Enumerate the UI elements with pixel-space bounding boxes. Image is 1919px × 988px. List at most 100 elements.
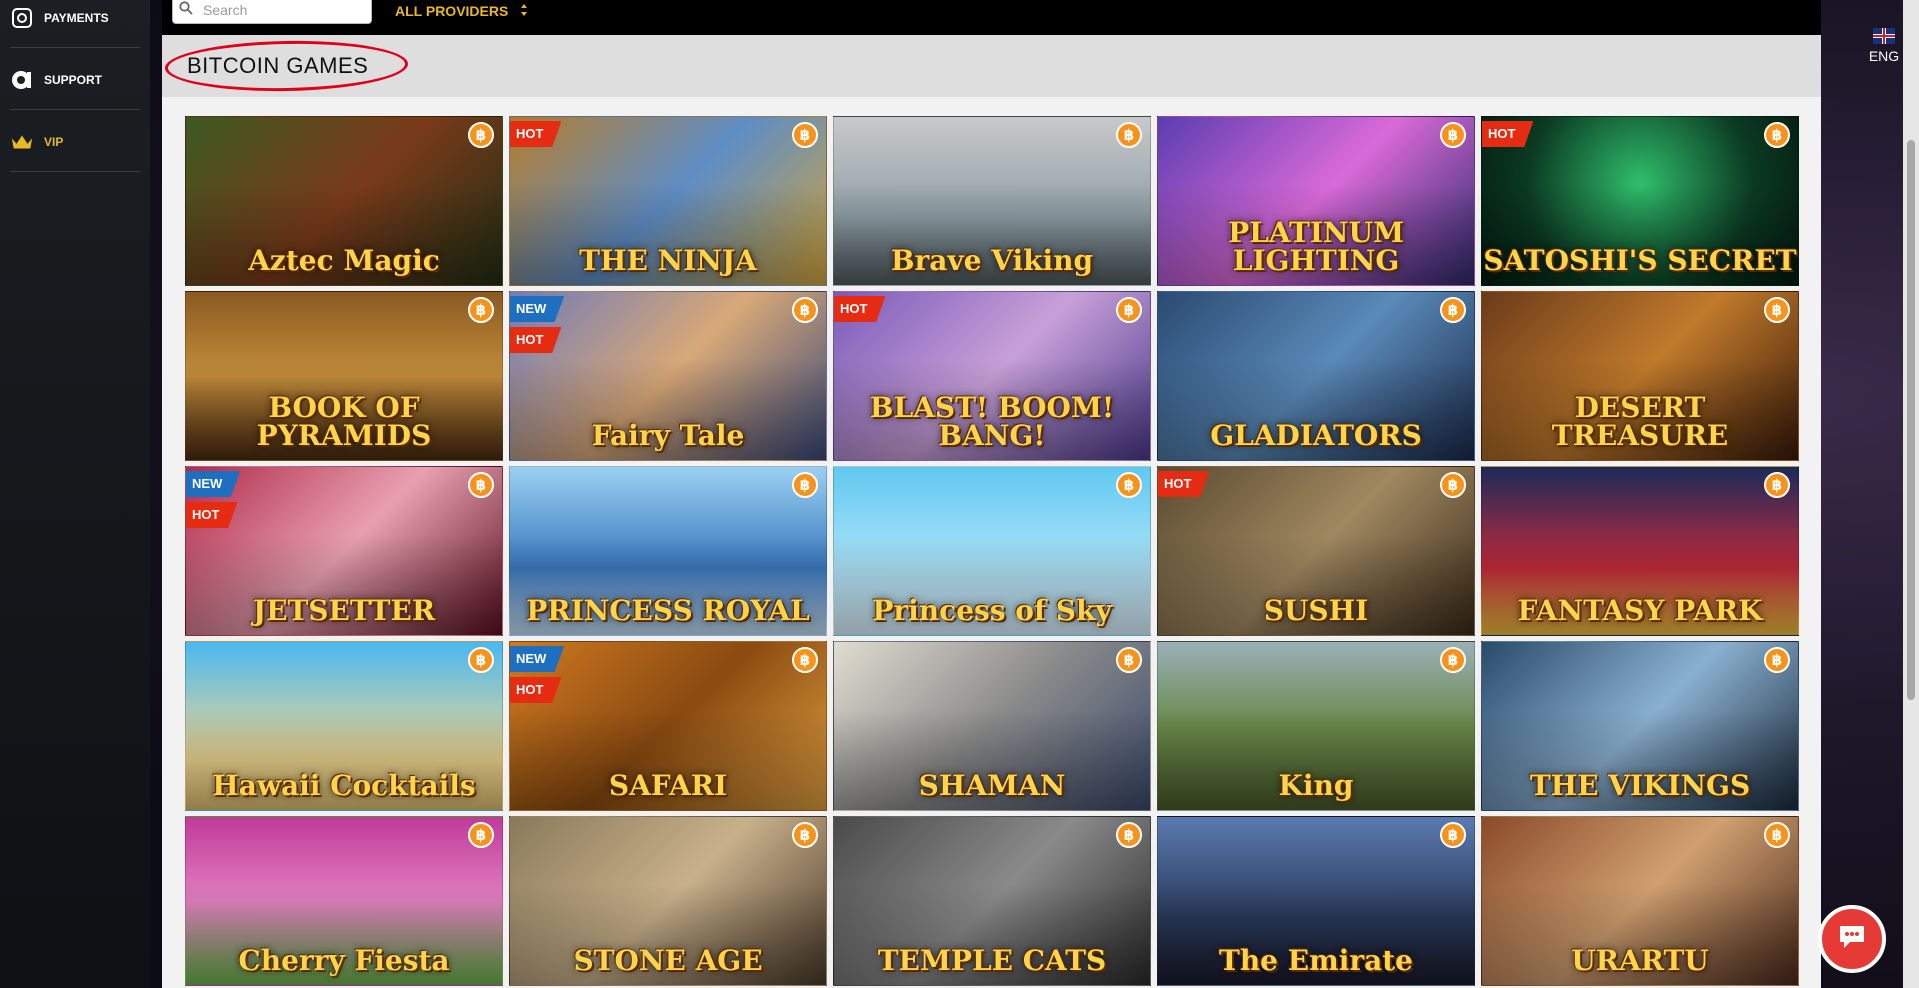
game-tile[interactable]: ฿ Princess of Sky <box>833 466 1151 636</box>
game-tile[interactable]: HOT ฿ THE NINJA <box>509 116 827 286</box>
game-title: Hawaii Cocktails <box>212 769 476 802</box>
hot-badge: HOT <box>186 502 238 528</box>
bitcoin-icon: ฿ <box>468 122 494 148</box>
game-title: Cherry Fiesta <box>238 944 450 977</box>
bitcoin-icon: ฿ <box>1764 472 1790 498</box>
sidebar-item-vip[interactable]: VIP <box>10 112 140 172</box>
game-tile[interactable]: ฿ GLADIATORS <box>1157 291 1475 461</box>
search-icon <box>179 0 193 20</box>
game-tile[interactable]: ฿ BOOK OF PYRAMIDS <box>185 291 503 461</box>
game-tile[interactable]: HOT ฿ SUSHI <box>1157 466 1475 636</box>
new-badge: NEW <box>186 471 241 497</box>
game-title: BOOK OF PYRAMIDS <box>256 391 432 452</box>
game-tile[interactable]: ฿ Cherry Fiesta <box>185 816 503 986</box>
page-title: BITCOIN GAMES <box>187 53 369 78</box>
topbar: ALL PROVIDERS <box>162 0 1821 35</box>
game-title: PLATINUM LIGHTING <box>1228 216 1404 277</box>
game-title: BLAST! BOOM! BANG! <box>869 391 1115 452</box>
game-tile[interactable]: ฿ FANTASY PARK <box>1481 466 1799 636</box>
sidebar-item-support[interactable]: SUPPORT <box>10 50 140 110</box>
game-title: THE NINJA <box>579 244 757 277</box>
bitcoin-icon: ฿ <box>1440 822 1466 848</box>
game-tile[interactable]: NEW HOT ฿ SAFARI <box>509 641 827 811</box>
game-tile[interactable]: ฿ King <box>1157 641 1475 811</box>
chat-button[interactable] <box>1818 905 1886 973</box>
main-content: ALL PROVIDERS BITCOIN GAMES ฿ Aztec Magic… <box>162 0 1821 988</box>
sidebar-item-label: VIP <box>44 134 64 149</box>
game-tile[interactable]: ฿ Aztec Magic <box>185 116 503 286</box>
providers-label: ALL PROVIDERS <box>395 3 509 19</box>
game-tile[interactable]: ฿ The Emirate <box>1157 816 1475 986</box>
game-title: PRINCESS ROYAL <box>526 594 810 627</box>
bitcoin-icon: ฿ <box>1440 472 1466 498</box>
bitcoin-icon: ฿ <box>1440 297 1466 323</box>
game-title: STONE AGE <box>573 944 763 977</box>
sidebar: PAYMENTS SUPPORT VIP <box>0 0 150 988</box>
search-box[interactable] <box>172 0 372 24</box>
bitcoin-icon: ฿ <box>792 822 818 848</box>
scrollbar[interactable] <box>1903 0 1919 988</box>
game-tile[interactable]: HOT ฿ SATOSHI'S SECRET <box>1481 116 1799 286</box>
bitcoin-icon: ฿ <box>1764 122 1790 148</box>
bitcoin-icon: ฿ <box>1116 822 1142 848</box>
game-tile[interactable]: ฿ Hawaii Cocktails <box>185 641 503 811</box>
payments-icon <box>10 6 34 30</box>
game-title: DESERT TREASURE <box>1551 391 1729 452</box>
new-badge: NEW <box>510 296 565 322</box>
game-tile[interactable]: NEW HOT ฿ Fairy Tale <box>509 291 827 461</box>
game-tile[interactable]: ฿ URARTU <box>1481 816 1799 986</box>
language-code: ENG <box>1868 48 1900 64</box>
game-tile[interactable]: ฿ SHAMAN <box>833 641 1151 811</box>
bitcoin-icon: ฿ <box>1116 297 1142 323</box>
game-title: TEMPLE CATS <box>877 944 1107 977</box>
new-badge: NEW <box>510 646 565 672</box>
uk-flag-icon <box>1873 28 1895 44</box>
bitcoin-icon: ฿ <box>1440 647 1466 673</box>
game-title: King <box>1278 769 1354 802</box>
game-title: THE VIKINGS <box>1529 769 1751 802</box>
crown-icon <box>10 130 34 154</box>
game-tile[interactable]: NEW HOT ฿ JETSETTER <box>185 466 503 636</box>
game-tile[interactable]: ฿ THE VIKINGS <box>1481 641 1799 811</box>
bitcoin-icon: ฿ <box>792 297 818 323</box>
bitcoin-icon: ฿ <box>792 647 818 673</box>
game-grid: ฿ Aztec Magic HOT ฿ THE NINJA ฿ Brave Viking ฿ P… <box>185 116 1799 986</box>
sort-icon <box>520 3 528 20</box>
bitcoin-icon: ฿ <box>468 472 494 498</box>
hot-badge: HOT <box>510 327 562 353</box>
search-input[interactable] <box>201 1 365 19</box>
game-title: Aztec Magic <box>248 244 440 277</box>
game-tile[interactable]: ฿ PRINCESS ROYAL <box>509 466 827 636</box>
game-tile[interactable]: ฿ TEMPLE CATS <box>833 816 1151 986</box>
hot-badge: HOT <box>510 677 562 703</box>
game-title: Fairy Tale <box>591 419 745 452</box>
bitcoin-icon: ฿ <box>1116 472 1142 498</box>
game-tile[interactable]: ฿ PLATINUM LIGHTING <box>1157 116 1475 286</box>
sidebar-item-label: PAYMENTS <box>44 10 109 25</box>
section-header: BITCOIN GAMES <box>162 35 1821 97</box>
sidebar-item-payments[interactable]: PAYMENTS <box>10 0 140 48</box>
game-tile[interactable]: ฿ Brave Viking <box>833 116 1151 286</box>
game-title: FANTASY PARK <box>1517 594 1763 627</box>
bitcoin-icon: ฿ <box>792 122 818 148</box>
chat-icon <box>1836 922 1868 957</box>
bitcoin-icon: ฿ <box>1116 647 1142 673</box>
hot-badge: HOT <box>1158 471 1210 497</box>
bitcoin-icon: ฿ <box>1764 822 1790 848</box>
sidebar-item-label: SUPPORT <box>44 72 103 87</box>
game-tile[interactable]: ฿ STONE AGE <box>509 816 827 986</box>
bitcoin-icon: ฿ <box>1764 647 1790 673</box>
game-tile[interactable]: HOT ฿ BLAST! BOOM! BANG! <box>833 291 1151 461</box>
game-title: SATOSHI'S SECRET <box>1483 244 1797 277</box>
bitcoin-icon: ฿ <box>1440 122 1466 148</box>
scroll-thumb[interactable] <box>1907 140 1915 700</box>
bitcoin-icon: ฿ <box>1116 122 1142 148</box>
hot-badge: HOT <box>834 296 886 322</box>
providers-dropdown[interactable]: ALL PROVIDERS <box>395 0 528 22</box>
bitcoin-icon: ฿ <box>468 822 494 848</box>
bitcoin-icon: ฿ <box>792 472 818 498</box>
game-tile[interactable]: ฿ DESERT TREASURE <box>1481 291 1799 461</box>
game-title: Princess of Sky <box>872 594 1112 627</box>
language-selector[interactable]: ENG <box>1866 28 1902 64</box>
bitcoin-icon: ฿ <box>468 647 494 673</box>
